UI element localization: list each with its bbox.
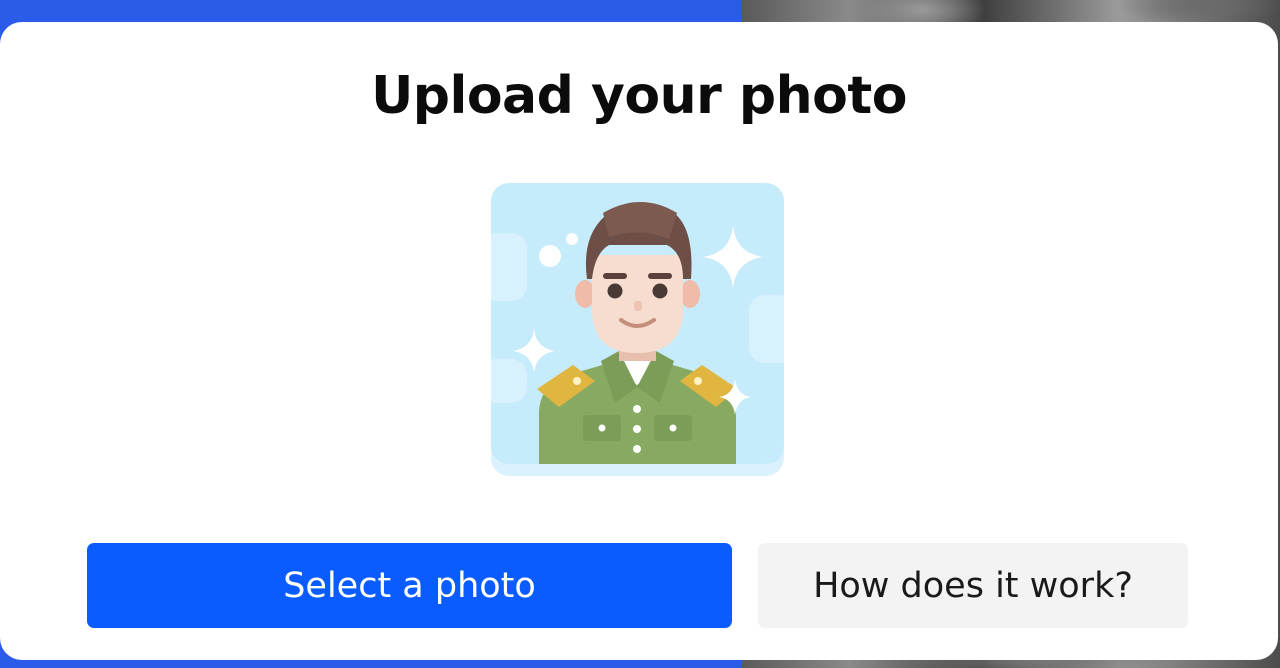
soldier-avatar-icon xyxy=(491,183,784,476)
upload-photo-modal: Upload your photo Select a photo How doe… xyxy=(0,22,1278,660)
modal-title: Upload your photo xyxy=(371,66,907,126)
how-does-it-work-button[interactable]: How does it work? xyxy=(758,543,1188,628)
select-photo-button[interactable]: Select a photo xyxy=(87,543,732,628)
